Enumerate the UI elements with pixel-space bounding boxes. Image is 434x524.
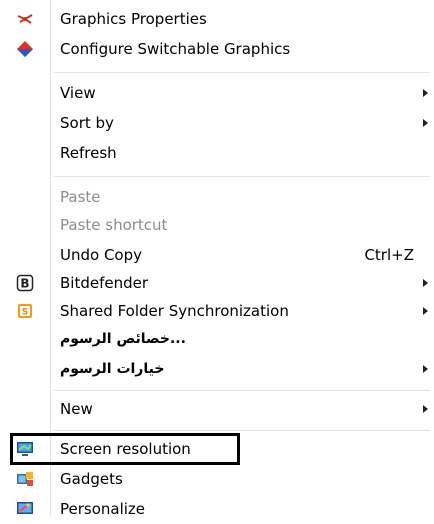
menu-item-label: Screen resolution: [60, 440, 191, 458]
menu-item-paste: Paste: [0, 182, 434, 212]
menu-item-label: View: [60, 84, 96, 102]
menu-item-label: Paste shortcut: [60, 216, 168, 234]
personalize-icon: [17, 502, 33, 514]
menu-item-view[interactable]: View: [0, 78, 434, 108]
menu-item-personalize[interactable]: Personalize: [0, 494, 434, 524]
sync-icon: S: [18, 304, 32, 318]
menu-separator: [54, 72, 430, 73]
menu-item-screen-resolution[interactable]: Screen resolution: [0, 434, 434, 464]
submenu-arrow-icon: [423, 365, 428, 373]
menu-item-label: ...خصائص الرسوم: [60, 331, 186, 347]
screen-resolution-icon: [17, 442, 33, 456]
menu-separator: [54, 390, 430, 391]
menu-separator: [54, 176, 430, 177]
menu-item-label: Graphics Properties: [60, 10, 207, 28]
menu-item-configure-switchable-graphics[interactable]: Configure Switchable Graphics: [0, 34, 434, 64]
menu-item-bitdefender[interactable]: B Bitdefender: [0, 268, 434, 298]
menu-item-label: Undo Copy: [60, 246, 143, 264]
switchable-graphics-icon: [17, 41, 33, 57]
menu-item-new[interactable]: New: [0, 394, 434, 424]
bitdefender-icon: B: [16, 274, 34, 292]
submenu-arrow-icon: [423, 119, 428, 127]
menu-item-label: Gadgets: [60, 470, 123, 488]
menu-item-label: Paste: [60, 188, 101, 206]
submenu-arrow-icon: [423, 307, 428, 315]
desktop-context-menu: Graphics Properties Configure Switchable…: [0, 0, 434, 518]
submenu-arrow-icon: [423, 279, 428, 287]
gadgets-icon: [17, 472, 33, 486]
menu-item-label: خيارات الرسوم: [60, 361, 165, 377]
submenu-arrow-icon: [423, 89, 428, 97]
menu-item-graphics-properties-arabic[interactable]: ...خصائص الرسوم: [0, 324, 434, 354]
menu-item-label: Configure Switchable Graphics: [60, 40, 291, 58]
menu-item-shared-folder-sync[interactable]: S Shared Folder Synchronization: [0, 296, 434, 326]
menu-item-label: New: [60, 400, 93, 418]
menu-item-paste-shortcut: Paste shortcut: [0, 210, 434, 240]
submenu-arrow-icon: [423, 405, 428, 413]
svg-text:B: B: [20, 277, 29, 291]
svg-text:S: S: [22, 308, 28, 318]
menu-item-graphics-options-arabic[interactable]: خيارات الرسوم: [0, 354, 434, 384]
menu-item-label: Shared Folder Synchronization: [60, 302, 289, 320]
menu-separator: [54, 430, 430, 431]
shortcut-label: Ctrl+Z: [364, 246, 414, 264]
menu-item-sort-by[interactable]: Sort by: [0, 108, 434, 138]
menu-item-label: Sort by: [60, 114, 114, 132]
menu-item-label: Personalize: [60, 500, 146, 518]
menu-item-label: Refresh: [60, 144, 117, 162]
menu-item-graphics-properties[interactable]: Graphics Properties: [0, 4, 434, 34]
menu-item-gadgets[interactable]: Gadgets: [0, 464, 434, 494]
graphics-properties-icon: [17, 14, 33, 24]
menu-item-refresh[interactable]: Refresh: [0, 138, 434, 168]
menu-item-label: Bitdefender: [60, 274, 149, 292]
menu-item-undo-copy[interactable]: Undo Copy Ctrl+Z: [0, 240, 434, 270]
